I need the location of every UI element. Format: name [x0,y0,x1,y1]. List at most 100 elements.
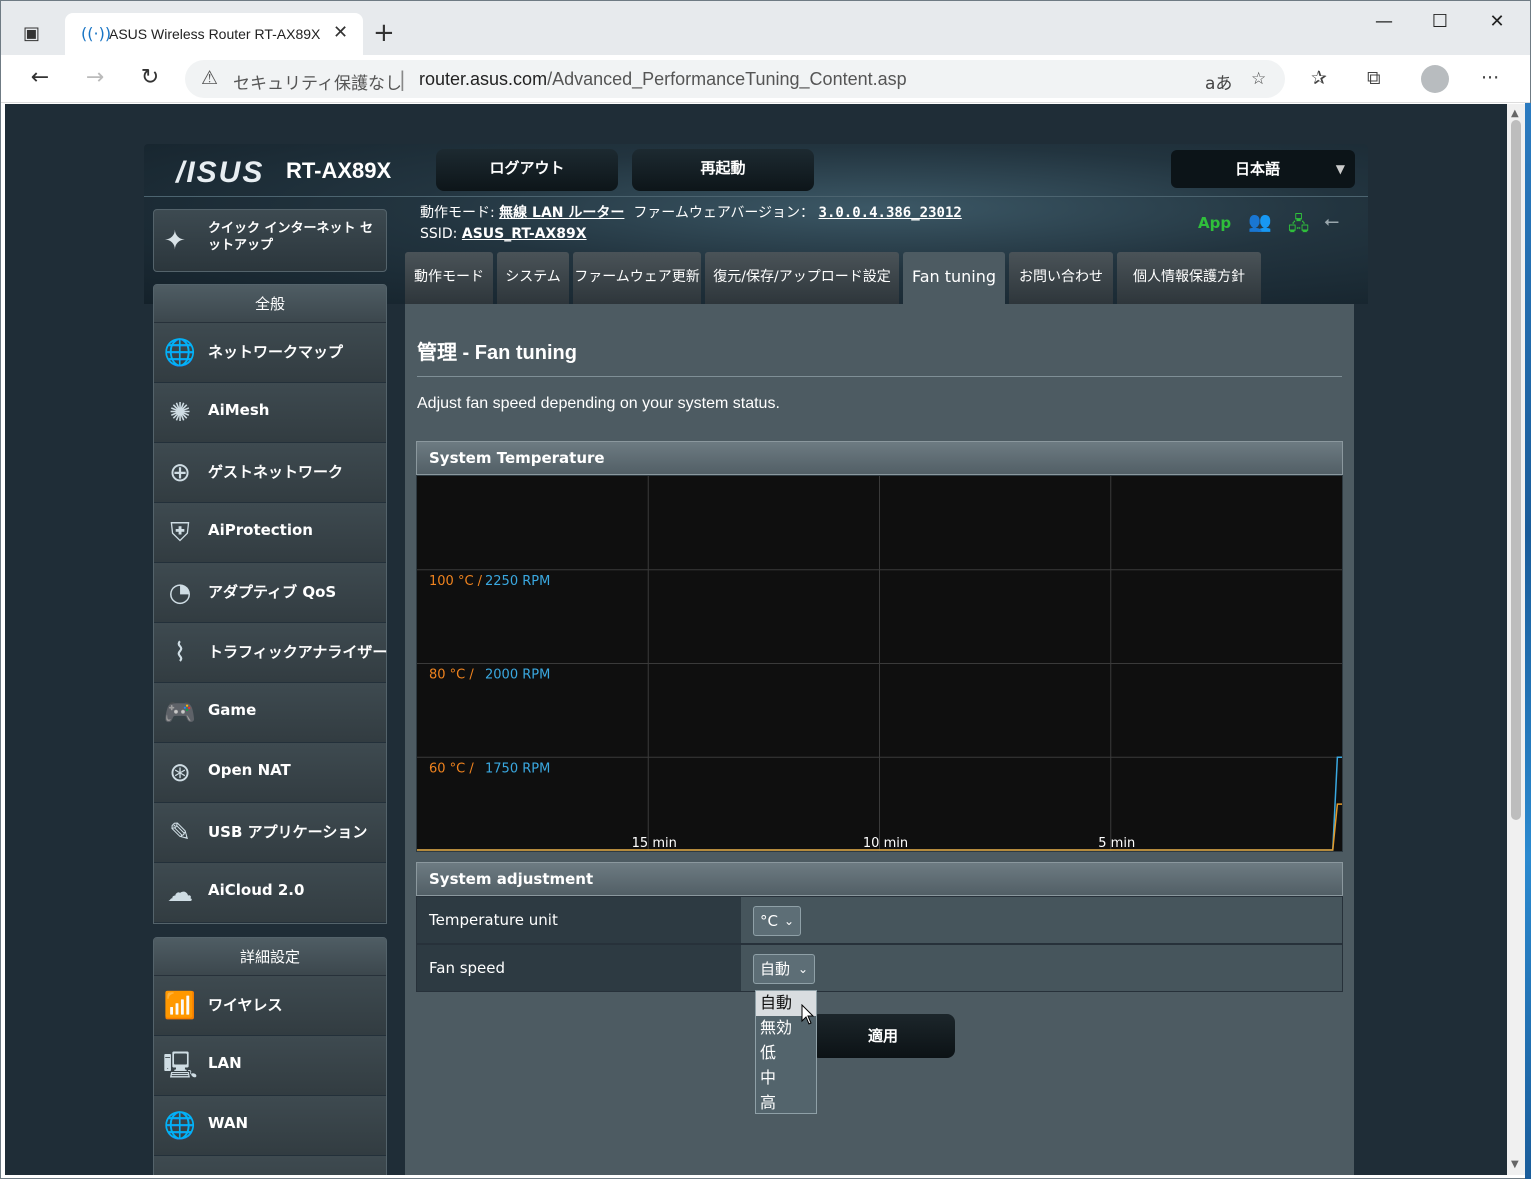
sidebar-item-aimesh[interactable]: ✺ AiMesh [154,383,386,443]
sidebar-item-traffic-analyzer[interactable]: ⌇ トラフィックアナライザー [154,623,387,683]
usb-icon: ✎ [169,818,191,848]
sidebar-item-wan[interactable]: 🌐 WAN [154,1096,386,1156]
fan-speed-cell: 自動 ⌄ [741,945,1342,991]
tab-fan-tuning[interactable]: Fan tuning [903,252,1005,304]
y-level-temp-label: 60 °C / [429,761,474,776]
aimesh-icon: ✺ [169,398,191,428]
fan-speed-option[interactable]: 低 [756,1041,816,1066]
app-link[interactable]: App [1198,214,1231,232]
minimize-icon[interactable]: — [1364,11,1404,32]
sidebar-item-guest-network[interactable]: ⊕ ゲストネットワーク [154,443,386,503]
add-favorite-icon[interactable]: ☆ [1251,69,1266,89]
fan-speed-option[interactable]: 中 [756,1066,816,1091]
sidebar-item-more[interactable]: ≋ [154,1156,386,1175]
security-status[interactable]: セキュリティ保護なし [233,69,402,94]
fan-speed-option[interactable]: 高 [756,1091,816,1116]
temperature-unit-label: Temperature unit [417,897,741,943]
sidebar-item-usb-application[interactable]: ✎ USB アプリケーション [154,803,386,863]
asus-logo: /ISUS [176,156,265,189]
back-icon[interactable]: ← [25,65,55,90]
close-window-icon[interactable]: ✕ [1477,11,1517,32]
warning-icon[interactable]: ⚠ [201,67,218,89]
chevron-down-icon: ⌄ [783,914,794,928]
browser-toolbar: ← → ↻ ⚠ セキュリティ保護なし | router.asus.com/Adv… [1,55,1530,103]
model-name: RT-AX89X [286,158,392,183]
quick-internet-setup[interactable]: ✦ クイック インターネット セットアップ [153,209,387,272]
usb-status-icon[interactable]: ⭠ [1324,210,1339,232]
tab-firmware-upgrade[interactable]: ファームウェア更新 [573,252,701,304]
tab-privacy[interactable]: 個人情報保護方針 [1117,252,1261,304]
tab-operation-mode[interactable]: 動作モード [405,252,493,304]
general-header: 全般 [154,285,386,323]
apply-button[interactable]: 適用 [811,1014,955,1058]
adjustment-panel-header: System adjustment [416,862,1343,896]
temperature-unit-select[interactable]: °C ⌄ [753,906,801,936]
address-bar[interactable]: ⚠ セキュリティ保護なし | router.asus.com/Advanced_… [185,60,1285,98]
window-menu-icon[interactable]: ▣ [23,23,47,47]
sidebar-item-adaptive-qos[interactable]: ◔ アダプティブ QoS [154,563,386,623]
ssid-info: SSID: ASUS_RT-AX89X [420,226,587,242]
advanced-menu: 詳細設定 📶ワイヤレス 🖳LAN 🌐WAN ≋ [153,937,387,1175]
y-level-rpm-label: 2000 RPM [485,668,550,683]
general-menu: 全般 🌐 ネットワークマップ ✺ AiMesh ⊕ ゲストネットワーク ⛨ AiProt… [153,284,387,924]
page-scrollbar[interactable]: ▲ ▼ [1507,104,1525,1175]
y-level-rpm-label: 2250 RPM [485,574,550,589]
tab-feedback[interactable]: お問い合わせ [1009,252,1113,304]
tab-system[interactable]: システム [497,252,569,304]
sidebar-item-aicloud[interactable]: ☁ AiCloud 2.0 [154,863,386,923]
temperature-chart-svg: 100 °C /2250 RPM 80 °C / 2000 RPM 60 °C / 17… [417,476,1342,851]
fan-speed-row: Fan speed 自動 ⌄ [416,944,1343,992]
close-tab-icon[interactable]: ✕ [333,22,348,43]
sidebar-item-open-nat[interactable]: ⊛ Open NAT [154,743,386,803]
collections-icon[interactable]: ⧉ [1367,67,1381,89]
op-mode-link[interactable]: 無線 LAN ルーター [499,205,624,221]
wizard-icon: ✦ [164,226,186,256]
ssid-link[interactable]: ASUS_RT-AX89X [462,226,587,242]
new-tab-icon[interactable]: + [373,19,395,47]
temperature-chart: 100 °C /2250 RPM 80 °C / 2000 RPM 60 °C / 17… [416,475,1343,852]
reboot-button[interactable]: 再起動 [632,149,814,191]
main-content: 管理 - Fan tuning Adjust fan speed dependi… [405,304,1354,1175]
url-separator: | [399,67,406,91]
reload-icon[interactable]: ↻ [135,65,165,90]
sidebar-item-game[interactable]: 🎮 Game [154,683,386,743]
y-level-temp-label: 100 °C / [429,574,483,589]
favorites-icon[interactable]: ✰ [1311,67,1327,89]
page-title: 管理 - Fan tuning [417,342,577,364]
temperature-unit-row: Temperature unit °C ⌄ [416,896,1343,944]
url-text[interactable]: router.asus.com/Advanced_PerformanceTuni… [419,69,907,90]
router-favicon-icon: ((·)) [81,24,112,43]
wireless-icon: 📶 [163,991,197,1021]
network-status-icon[interactable]: 🖧 [1288,210,1309,242]
scroll-down-icon[interactable]: ▼ [1511,1159,1519,1170]
more-wireless-icon: ≋ [163,1169,197,1175]
language-select[interactable]: 日本語 ▼ [1171,150,1355,188]
sidebar-item-lan[interactable]: 🖳 LAN [154,1036,386,1096]
sidebar-item-wireless[interactable]: 📶 ワイヤレス [154,976,386,1036]
lan-icon: 🖳 [163,1051,198,1081]
read-aloud-icon[interactable]: aあ [1205,69,1232,94]
maximize-icon[interactable]: ☐ [1420,11,1460,32]
profile-avatar[interactable] [1421,65,1449,93]
logout-button[interactable]: ログアウト [436,149,618,191]
x-tick-label: 15 min [632,836,677,851]
open-nat-icon: ⊛ [169,758,191,788]
scrollbar-thumb[interactable] [1511,120,1521,820]
firmware-link[interactable]: 3.0.0.4.386_23012 [819,205,962,221]
sidebar-item-aiprotection[interactable]: ⛨ AiProtection [154,503,386,563]
tab-strip: ▣ ((·)) ASUS Wireless Router RT-AX89X ✕ … [1,1,1530,55]
op-mode-info: 動作モード: 無線 LAN ルーター ファームウェアバージョン： 3.0.0.4… [420,205,962,221]
fan-speed-select[interactable]: 自動 ⌄ [753,954,815,984]
tab-restore-save[interactable]: 復元/保存/アップロード設定 [705,252,899,304]
clients-icon[interactable]: 👥 [1248,210,1272,233]
advanced-header: 詳細設定 [154,938,386,976]
title-divider [417,376,1342,377]
gamepad-icon: 🎮 [163,698,197,728]
header-divider [144,196,1368,197]
desktop-background [1525,103,1531,1179]
scroll-up-icon[interactable]: ▲ [1511,108,1519,119]
browser-tab[interactable]: ((·)) ASUS Wireless Router RT-AX89X ✕ [65,13,363,55]
sidebar-item-network-map[interactable]: 🌐 ネットワークマップ [154,323,386,383]
forward-icon[interactable]: → [80,65,110,90]
more-menu-icon[interactable]: ··· [1481,67,1499,89]
